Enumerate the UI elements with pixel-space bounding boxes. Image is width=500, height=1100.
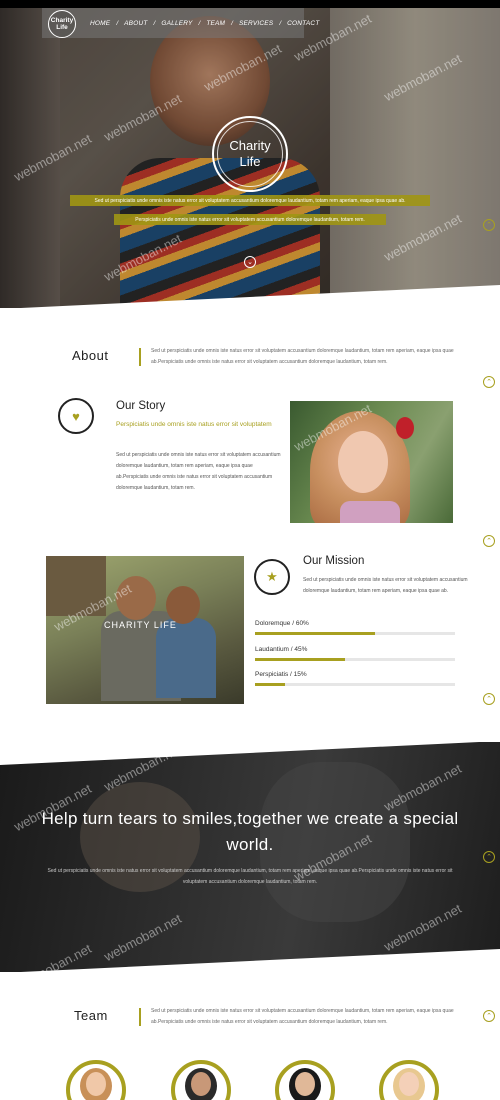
story-photo-flower [396, 417, 414, 439]
chevron-down-icon[interactable]: ⌄ [244, 256, 256, 268]
nav-items: HOME / ABOUT / GALLERY / TEAM / SERVICES… [90, 8, 320, 38]
banner-diagonal-cut-bottom [0, 949, 500, 972]
progress-fill [255, 632, 375, 635]
story-photo-dress [340, 501, 400, 523]
progress-label-laudantium: Laudantium / 45% [255, 646, 308, 653]
team-member-avatar[interactable] [66, 1060, 126, 1100]
team-member-avatar[interactable] [275, 1060, 335, 1100]
nav-item-team[interactable]: TEAM [206, 20, 225, 27]
mission-photo-person1-head [116, 576, 156, 620]
progress-fill [255, 658, 345, 661]
chevron-up-icon[interactable]: ⌃ [483, 535, 495, 547]
hero-logo-line1: Charity [229, 138, 271, 153]
chevron-up-icon[interactable]: ⌃ [483, 376, 495, 388]
nav-separator: / [279, 19, 282, 27]
story-subtitle: Perspiciatis unde omnis iste natus error… [116, 421, 272, 428]
hero-caption-2: Perspiciatis unde omnis iste natus error… [114, 214, 386, 225]
avatar-face [191, 1072, 211, 1096]
banner-heading: Help turn tears to smiles,together we cr… [41, 809, 459, 854]
chevron-up-icon[interactable]: ⌃ [483, 693, 495, 705]
top-bar [0, 0, 500, 8]
mission-photo-person2-head [166, 586, 200, 624]
progress-bar-laudantium [255, 658, 455, 661]
nav-item-contact[interactable]: CONTACT [287, 20, 319, 27]
story-text: Sed ut perspiciatis unde omnis iste natu… [116, 452, 281, 491]
team-title-divider [139, 1008, 141, 1026]
nav-item-home[interactable]: HOME [90, 20, 110, 27]
story-photo [290, 401, 453, 523]
progress-fill [255, 683, 285, 686]
about-title-divider [139, 348, 141, 366]
team-text: Sed ut perspiciatis unde omnis iste natu… [151, 1008, 454, 1025]
about-title: About [72, 348, 109, 363]
avatar-face [86, 1072, 106, 1096]
banner-diagonal-cut-top [0, 742, 500, 765]
nav-separator: / [116, 19, 119, 27]
hero-logo: Charity Life [212, 116, 288, 192]
nav-separator: / [231, 19, 233, 27]
avatar-face [295, 1072, 315, 1096]
banner-text: Sed ut perspiciatis unde omnis iste natu… [47, 868, 453, 885]
nav-logo-line2: Life [56, 24, 68, 31]
main-nav: Charity Life HOME / ABOUT / GALLERY / TE… [42, 8, 319, 38]
progress-label-doloremque: Doloremque / 60% [255, 620, 309, 627]
mission-photo-hut [46, 556, 106, 616]
mission-text: Sed ut perspiciatis unde omnis iste natu… [303, 577, 468, 594]
mission-title: Our Mission [303, 555, 365, 567]
team-member-avatar[interactable] [379, 1060, 439, 1100]
progress-label-perspiciatis: Perspiciatis / 15% [255, 671, 307, 678]
mission-photo-watermark: CHARITY LIFE [104, 620, 177, 630]
story-photo-face [338, 431, 388, 493]
heart-icon: ♥ [58, 398, 94, 434]
about-text: Sed ut perspiciatis unde omnis iste natu… [151, 348, 454, 365]
nav-item-gallery[interactable]: GALLERY [161, 20, 192, 27]
team-member-avatar[interactable] [171, 1060, 231, 1100]
hero-logo-inner: Charity Life [217, 121, 283, 187]
chevron-up-icon[interactable]: ⌃ [483, 851, 495, 863]
mission-photo [46, 556, 244, 704]
hero-caption-1: Sed ut perspiciatis unde omnis iste natu… [70, 195, 430, 206]
team-title: Team [74, 1008, 108, 1023]
progress-bar-perspiciatis [255, 683, 455, 686]
nav-item-about[interactable]: ABOUT [124, 20, 147, 27]
star-icon: ★ [254, 559, 290, 595]
nav-separator: / [198, 19, 201, 27]
progress-bar-doloremque [255, 632, 455, 635]
nav-separator: / [153, 19, 156, 27]
nav-item-services[interactable]: SERVICES [239, 20, 273, 27]
nav-logo[interactable]: Charity Life [48, 10, 76, 38]
nav-logo-line1: Charity [50, 17, 74, 24]
avatar-face [399, 1072, 419, 1096]
chevron-up-icon[interactable]: ⌃ [483, 1010, 495, 1022]
story-title: Our Story [116, 400, 166, 412]
hero-logo-line2: Life [239, 154, 261, 169]
chevron-up-icon[interactable]: ⌃ [483, 219, 495, 231]
mission-photo-person2-body [156, 618, 216, 698]
